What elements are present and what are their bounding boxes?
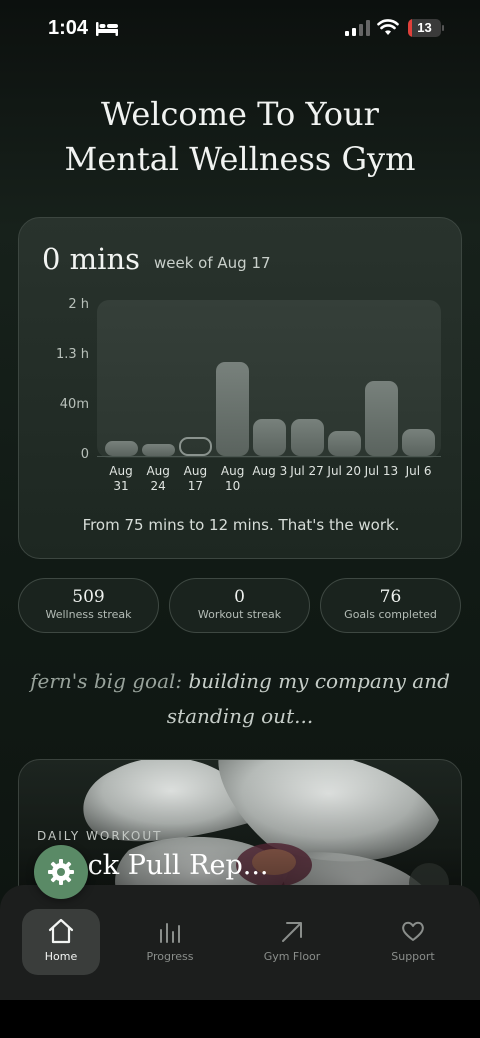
home-indicator-area xyxy=(0,1000,480,1038)
y-tick-label: 2 h xyxy=(68,297,89,312)
title-line-1: Welcome To Your xyxy=(101,95,379,133)
weekly-stats-card: 0 mins week of Aug 17 0 40m 1.3 h2 h Aug 31 A… xyxy=(18,217,462,559)
cellular-signal-icon xyxy=(345,20,370,36)
heart-icon xyxy=(402,921,424,941)
chart-bar xyxy=(216,362,250,456)
battery-icon: 13 xyxy=(408,19,441,37)
y-tick-label: 0 xyxy=(80,447,89,462)
chart-baseline xyxy=(97,456,441,457)
weekly-minutes: 0 mins xyxy=(42,242,141,276)
tab-progress-label: Progress xyxy=(146,950,194,963)
bottom-tab-bar: Home Progress Gym Floor Support xyxy=(0,885,480,1000)
wifi-icon xyxy=(377,19,399,35)
chart-bar xyxy=(327,431,361,456)
tab-support[interactable]: Support xyxy=(374,909,452,975)
arrow-up-right-icon xyxy=(282,922,302,942)
wellness-streak-label: Wellness streak xyxy=(45,608,132,621)
workout-streak-label: Workout streak xyxy=(197,608,282,621)
progress-summary: From 75 mins to 12 mins. That's the work… xyxy=(82,516,400,534)
x-tick-line: Jul 6 xyxy=(405,464,432,478)
chart-bar xyxy=(141,443,175,456)
bed-icon xyxy=(96,22,118,36)
tab-gym-floor[interactable]: Gym Floor xyxy=(253,909,331,975)
big-goal: fern's big goal: building my company and… xyxy=(20,664,460,734)
progress-bars-icon xyxy=(160,923,180,943)
gear-icon xyxy=(48,859,74,885)
tab-progress[interactable]: Progress xyxy=(131,909,209,975)
daily-workout-kicker: DAILY WORKOUT xyxy=(37,829,163,843)
tab-home[interactable]: Home xyxy=(22,909,100,975)
goals-completed-pill[interactable]: 76 Goals completed xyxy=(320,578,461,633)
status-time: 1:04 xyxy=(48,17,89,39)
chart-bar xyxy=(402,428,436,456)
chart-bar xyxy=(178,437,212,456)
tab-gym-floor-label: Gym Floor xyxy=(263,950,321,963)
y-tick-label: 1.3 h xyxy=(55,347,89,362)
wellness-streak-value: 509 xyxy=(72,587,105,607)
status-bar: 1:04 13 xyxy=(0,0,480,58)
week-label: week of Aug 17 xyxy=(154,254,271,272)
x-tick-label: Jul 6 xyxy=(397,464,441,479)
tab-support-label: Support xyxy=(391,950,435,963)
goals-completed-label: Goals completed xyxy=(344,608,437,621)
tab-home-label: Home xyxy=(44,950,78,963)
y-tick-label: 40m xyxy=(59,397,89,412)
settings-button[interactable] xyxy=(34,845,88,899)
chart-bar xyxy=(253,418,287,456)
workout-streak-pill[interactable]: 0 Workout streak xyxy=(169,578,310,633)
chart-bar xyxy=(290,418,324,456)
workout-streak-value: 0 xyxy=(234,587,245,607)
x-tick-line: 10 xyxy=(224,479,241,493)
goals-completed-value: 76 xyxy=(379,587,402,607)
title-line-2: Mental Wellness Gym xyxy=(64,140,416,178)
battery-level: 13 xyxy=(417,20,432,35)
big-goal-prefix: fern's big goal: xyxy=(30,669,183,693)
wellness-streak-pill[interactable]: 509 Wellness streak xyxy=(18,578,159,633)
page-title: Welcome To Your Mental Wellness Gym xyxy=(40,92,440,182)
big-goal-text: building my company and standing out... xyxy=(166,669,450,728)
home-icon xyxy=(48,918,74,944)
chart-bar xyxy=(104,441,138,456)
chart-bar xyxy=(364,381,398,456)
